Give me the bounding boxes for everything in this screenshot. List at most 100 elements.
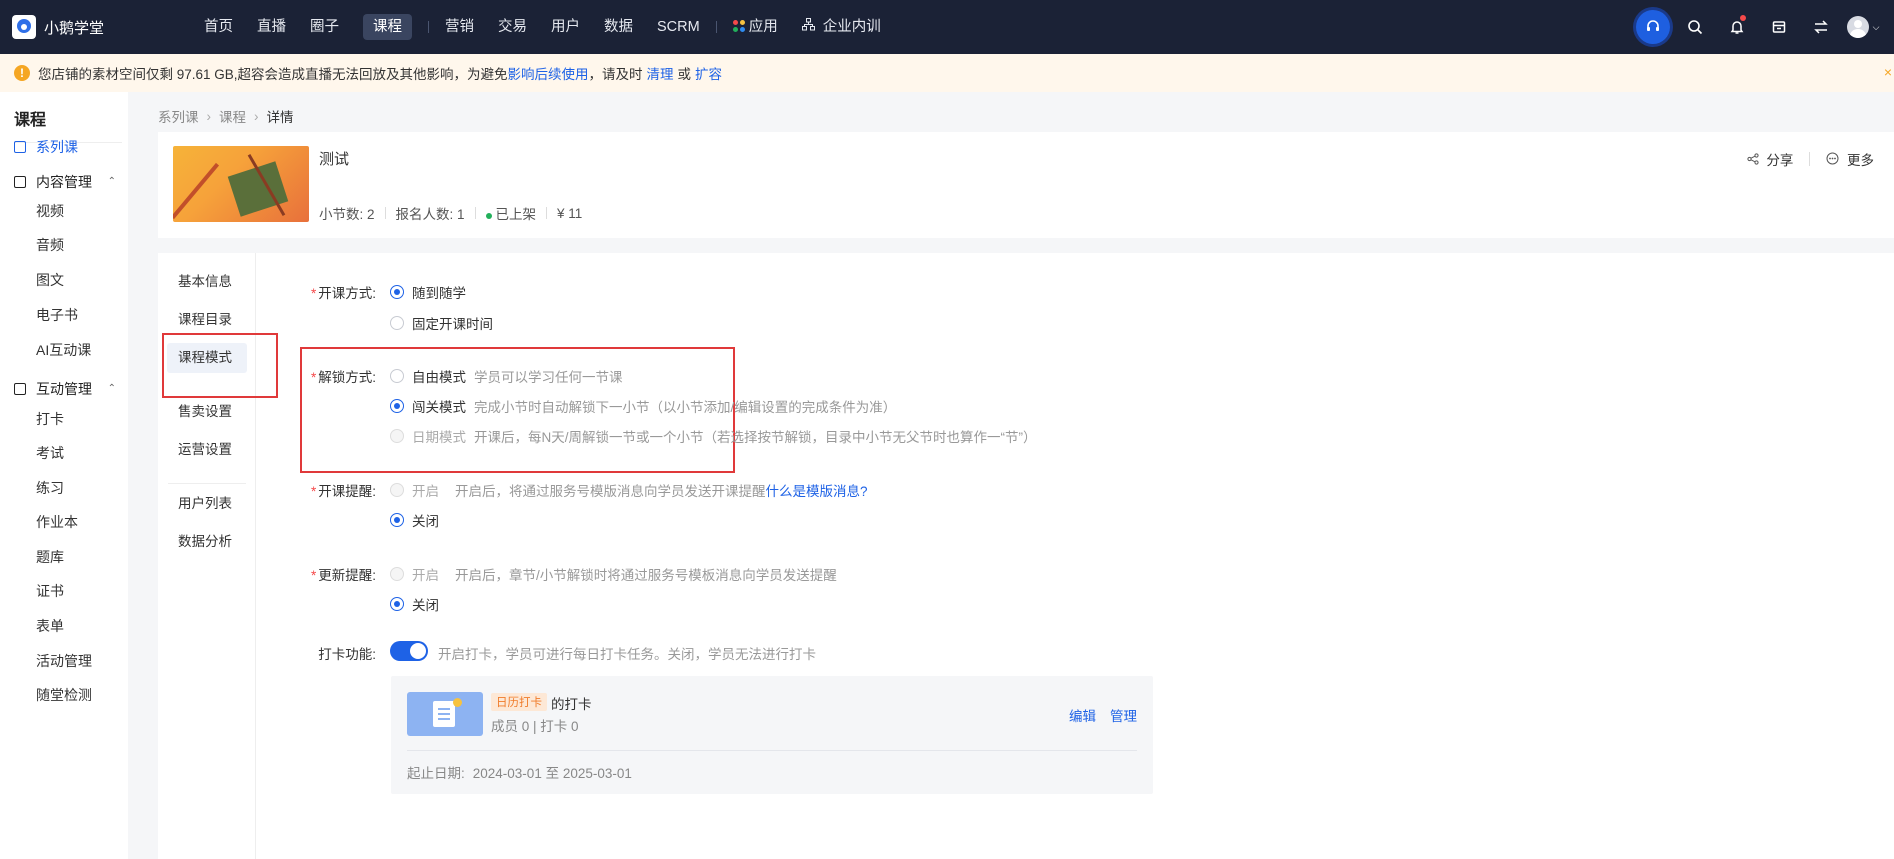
- nav-label: 数据: [604, 19, 633, 35]
- radio-hint: 完成小节时自动解锁下一小节（以小节添加/编辑设置的完成条件为准）: [474, 400, 897, 415]
- sidebar: 课程 系列课 内容管理 ⌃ 视频 音频 图文 电子书 AI互动课 互动管理 ⌃ …: [0, 92, 128, 859]
- cleanup-link[interactable]: 清理: [647, 63, 674, 83]
- open-mode-option-fixed-time[interactable]: 固定开课时间: [390, 313, 493, 333]
- share-button[interactable]: 分享: [1747, 149, 1793, 169]
- sidebar-item-label: 练习: [36, 480, 64, 496]
- sidebar-group-interaction[interactable]: 互动管理 ⌃: [0, 374, 128, 404]
- more-button[interactable]: 更多: [1826, 149, 1874, 169]
- breadcrumb-series-course[interactable]: 系列课: [158, 106, 199, 126]
- checkin-toggle[interactable]: [390, 641, 428, 661]
- update-reminder-option-off[interactable]: 关闭: [390, 594, 439, 614]
- sidebar-item-quiz[interactable]: 随堂检测: [0, 680, 128, 710]
- unlock-mode-option-level[interactable]: 闯关模式 完成小节时自动解锁下一小节（以小节添加/编辑设置的完成条件为准）: [390, 396, 896, 416]
- open-reminder-option-off[interactable]: 关闭: [390, 510, 439, 530]
- update-reminder-label: * 更新提醒:: [310, 568, 376, 583]
- sidebar-item-video[interactable]: 视频: [0, 196, 128, 226]
- nav-scrm[interactable]: SCRM: [645, 0, 712, 54]
- radio-unchecked: [390, 369, 404, 383]
- sidebar-item-series-course[interactable]: 系列课: [0, 132, 128, 162]
- avoid-impact-link[interactable]: 影响后续使用: [508, 63, 589, 83]
- course-title: 测试: [319, 151, 350, 168]
- sidebar-item-ai-course[interactable]: AI互动课: [0, 335, 128, 365]
- tab-user-list[interactable]: 用户列表: [167, 489, 247, 519]
- document-icon: [14, 176, 26, 188]
- sidebar-title: 课程: [14, 112, 47, 129]
- tab-basic-info[interactable]: 基本信息: [167, 267, 247, 297]
- manage-checkin-button[interactable]: 管理: [1110, 705, 1137, 725]
- nav-trade[interactable]: 交易: [486, 0, 539, 54]
- checkin-name: 的打卡: [551, 697, 592, 712]
- sidebar-item-question-bank[interactable]: 题库: [0, 542, 128, 572]
- nav-data[interactable]: 数据: [592, 0, 645, 54]
- nav-enterprise-training[interactable]: 企业内训: [790, 0, 893, 54]
- notifications-button[interactable]: [1716, 0, 1758, 54]
- brand[interactable]: 小鹅学堂: [12, 13, 104, 41]
- open-reminder-label: * 开课提醒:: [310, 484, 376, 499]
- label-text: 开课提醒:: [318, 484, 376, 499]
- sidebar-item-label: 打卡: [36, 411, 64, 427]
- nav-live[interactable]: 直播: [245, 0, 298, 54]
- course-cover-image: [173, 146, 309, 222]
- nav-circle[interactable]: 圈子: [298, 0, 351, 54]
- top-right-tools: ⌵: [1632, 0, 1884, 54]
- storage-warning-banner: ! 您店铺的素材空间仅剩 97.61 GB,超容会造成直播无法回放及其他影响，为…: [0, 54, 1894, 92]
- search-button[interactable]: [1674, 0, 1716, 54]
- card-divider: [407, 750, 1137, 751]
- sidebar-item-ebook[interactable]: 电子书: [0, 300, 128, 330]
- expand-capacity-link[interactable]: 扩容: [695, 63, 722, 83]
- notice-text: ，请及时: [588, 67, 643, 82]
- sidebar-item-article[interactable]: 图文: [0, 265, 128, 295]
- tab-course-catalog[interactable]: 课程目录: [167, 305, 247, 335]
- org-tree-icon: [801, 18, 819, 35]
- checkin-hint: 开启打卡，学员可进行每日打卡任务。关闭，学员无法进行打卡: [438, 643, 816, 663]
- nav-course[interactable]: 课程: [351, 0, 424, 54]
- sidebar-item-label: 表单: [36, 618, 64, 634]
- sidebar-item-audio[interactable]: 音频: [0, 230, 128, 260]
- unlock-mode-label: * 解锁方式:: [310, 370, 376, 385]
- sidebar-item-homework[interactable]: 作业本: [0, 507, 128, 537]
- nav-label: SCRM: [657, 19, 700, 35]
- store-button[interactable]: [1758, 0, 1800, 54]
- nav-home[interactable]: 首页: [192, 0, 245, 54]
- sidebar-group-content[interactable]: 内容管理 ⌃: [0, 167, 128, 197]
- nav-divider: [428, 21, 429, 33]
- unlock-mode-option-date: 日期模式 开课后，每N天/周解锁一节或一个小节（若选择按节解锁，目录中小节无父节…: [390, 426, 1037, 446]
- edit-checkin-button[interactable]: 编辑: [1069, 705, 1096, 725]
- breadcrumb-course[interactable]: 课程: [219, 106, 246, 126]
- radio-disabled: [390, 429, 404, 443]
- nav-apps[interactable]: 应用: [721, 0, 790, 54]
- tab-data-analysis[interactable]: 数据分析: [167, 527, 247, 557]
- bell-icon: [1730, 21, 1744, 34]
- switch-shop-button[interactable]: [1800, 0, 1842, 54]
- unlock-mode-option-free[interactable]: 自由模式 学员可以学习任何一节课: [390, 366, 623, 386]
- customer-support-button[interactable]: [1632, 0, 1674, 54]
- breadcrumb: 系列课 › 课程 › 详情: [158, 106, 294, 126]
- sidebar-item-label: 活动管理: [36, 653, 92, 669]
- sidebar-item-practice[interactable]: 练习: [0, 473, 128, 503]
- sidebar-item-certificate[interactable]: 证书: [0, 576, 128, 606]
- nav-label: 课程: [363, 14, 412, 40]
- account-menu[interactable]: ⌵: [1842, 0, 1884, 54]
- store-icon: [1772, 21, 1786, 33]
- close-icon[interactable]: ×: [1884, 64, 1892, 80]
- nav-label: 企业内训: [822, 19, 881, 35]
- sidebar-item-exam[interactable]: 考试: [0, 438, 128, 468]
- nav-label: 圈子: [310, 19, 339, 35]
- status-badge: 已上架: [485, 203, 536, 223]
- search-icon: [1688, 20, 1703, 35]
- sidebar-item-activity[interactable]: 活动管理: [0, 646, 128, 676]
- sidebar-item-form[interactable]: 表单: [0, 611, 128, 641]
- tab-sales-settings[interactable]: 售卖设置: [167, 397, 247, 427]
- chevron-up-icon: ⌃: [107, 176, 116, 187]
- sidebar-item-label: 音频: [36, 237, 64, 253]
- sidebar-item-checkin[interactable]: 打卡: [0, 404, 128, 434]
- tab-operation-settings[interactable]: 运营设置: [167, 435, 247, 465]
- open-reminder-option-on: 开启 开启后，将通过服务号模版消息向学员发送开课提醒什么是模版消息?: [390, 480, 868, 500]
- chevron-right-icon: ›: [206, 108, 212, 124]
- open-mode-option-anytime[interactable]: 随到随学: [390, 282, 466, 302]
- sidebar-item-label: 随堂检测: [36, 687, 92, 703]
- nav-users[interactable]: 用户: [539, 0, 592, 54]
- nav-marketing[interactable]: 营销: [433, 0, 486, 54]
- checkin-label: 打卡功能:: [276, 643, 376, 663]
- template-message-help-link[interactable]: 什么是模版消息?: [766, 484, 868, 499]
